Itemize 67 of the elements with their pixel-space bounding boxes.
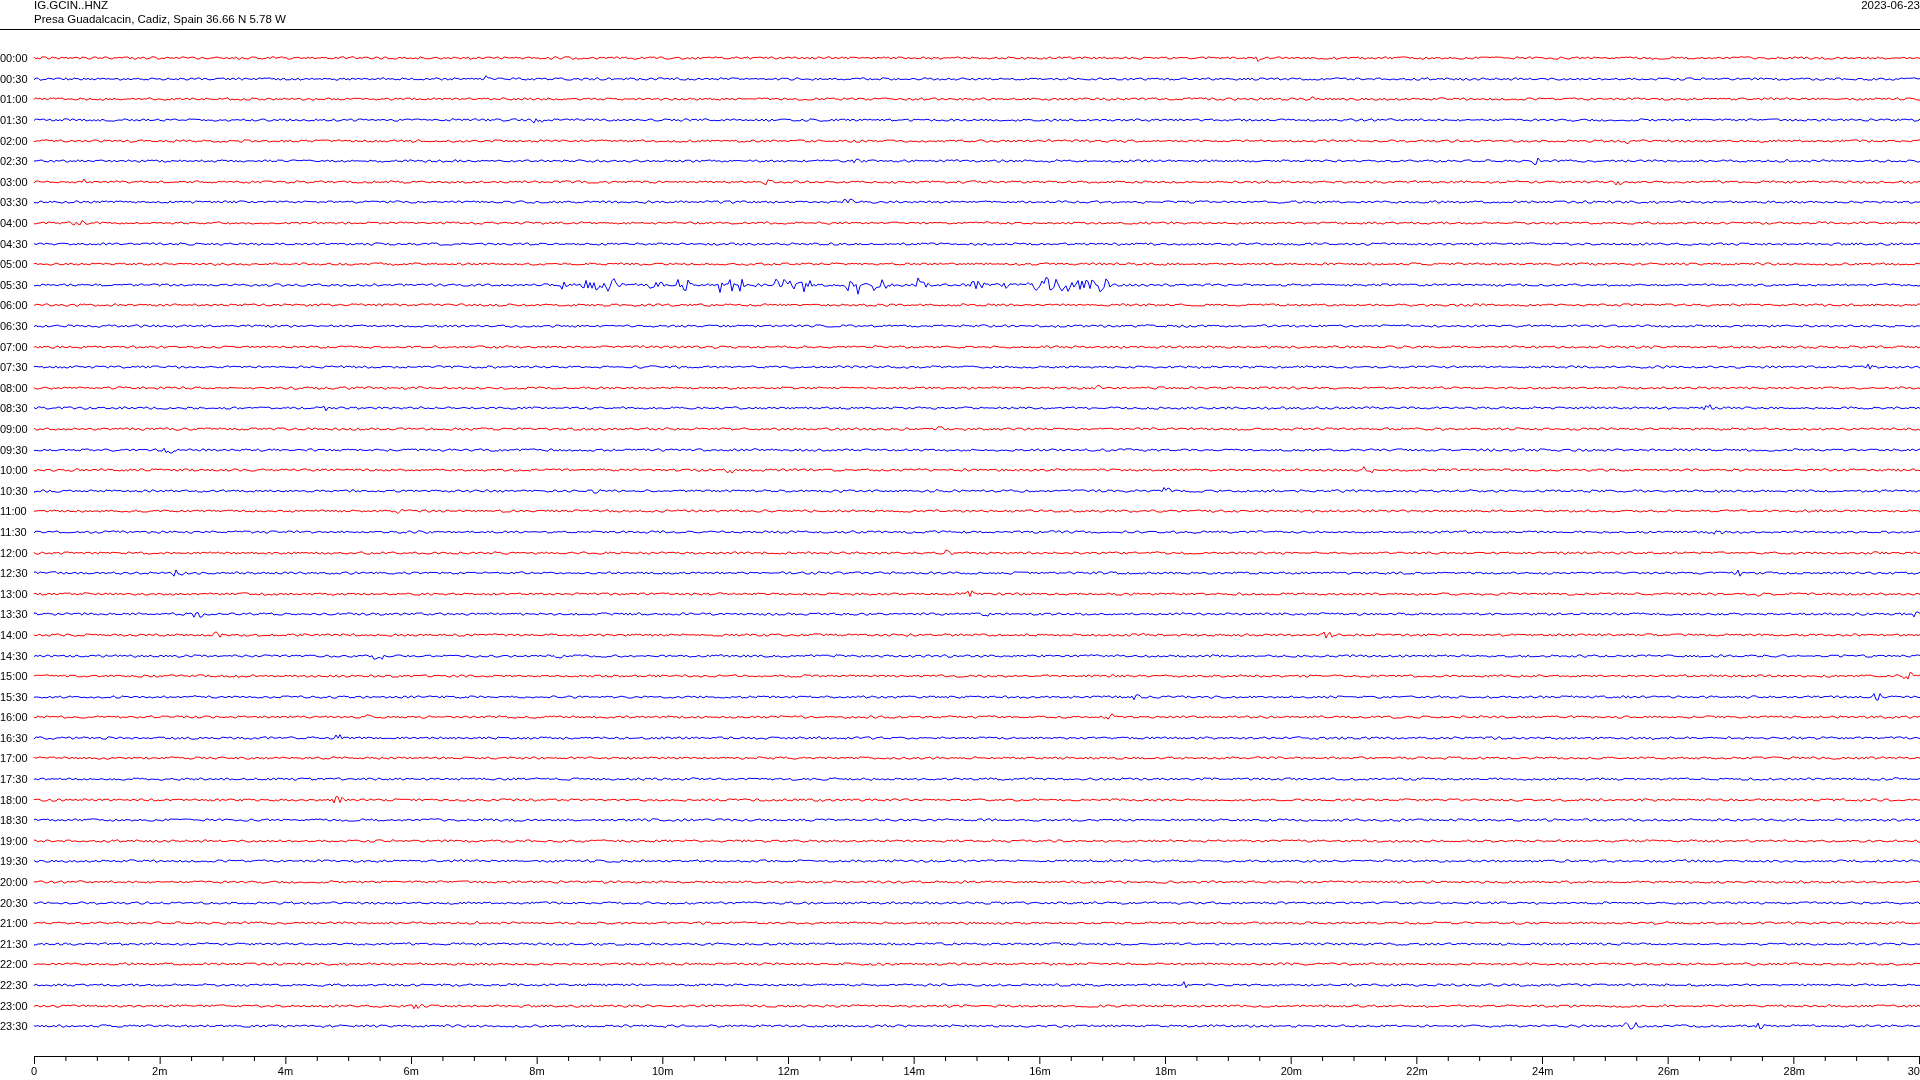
- time-label: 01:00: [0, 93, 29, 106]
- time-label: 08:30: [0, 402, 29, 415]
- time-label: 23:00: [0, 999, 29, 1012]
- time-label: 16:30: [0, 731, 29, 744]
- time-label: 12:30: [0, 567, 29, 580]
- time-label: 02:30: [0, 155, 29, 168]
- axis-label: 26m: [1657, 1064, 1680, 1077]
- time-label: 17:30: [0, 773, 29, 786]
- time-label: 14:00: [0, 628, 29, 641]
- date-label: 2023-06-23: [1861, 0, 1920, 13]
- time-label: 22:30: [0, 979, 29, 991]
- time-label: 17:00: [0, 752, 29, 765]
- time-label: 01:30: [0, 114, 29, 127]
- time-label: 07:30: [0, 361, 29, 374]
- time-label: 09:30: [0, 443, 29, 456]
- time-label: 02:00: [0, 134, 29, 147]
- axis-label: 22m: [1406, 1064, 1428, 1077]
- time-label: 22:00: [0, 958, 29, 971]
- station-location: Presa Guadalcacin, Cadiz, Spain 36.66 N 5.78 W: [34, 12, 286, 26]
- time-label: 15:30: [0, 690, 29, 703]
- time-label: 11:30: [0, 525, 28, 538]
- time-label: 20:00: [0, 876, 29, 889]
- time-label: 19:30: [0, 855, 29, 868]
- time-label: 23:30: [0, 1020, 29, 1033]
- axis-label: 0: [30, 1064, 38, 1077]
- axis-label: 14m: [903, 1064, 925, 1077]
- axis-label: 18m: [1154, 1064, 1177, 1077]
- time-label: 10:00: [0, 464, 29, 477]
- axis-label: 8m: [529, 1064, 545, 1077]
- time-label: 00:00: [0, 52, 29, 65]
- time-label: 08:00: [0, 381, 29, 394]
- time-label: 20:30: [0, 896, 29, 909]
- time-label: 18:30: [0, 814, 29, 827]
- time-label: 18:00: [0, 793, 29, 806]
- axis-label: 24m: [1532, 1064, 1554, 1077]
- time-label: 04:00: [0, 217, 29, 230]
- time-label: 05:00: [0, 258, 29, 271]
- axis-label: 28m: [1783, 1064, 1805, 1077]
- time-label: 12:00: [0, 546, 29, 559]
- time-label: 05:30: [0, 278, 29, 291]
- time-label: 19:00: [0, 834, 29, 847]
- time-label: 10:30: [0, 484, 29, 497]
- time-label: 06:30: [0, 320, 29, 332]
- time-label: 21:30: [0, 937, 29, 950]
- time-label: 04:30: [0, 237, 29, 250]
- axis-label: 20m: [1280, 1064, 1303, 1077]
- time-label: 09:00: [0, 423, 29, 435]
- axis-label: 16m: [1029, 1064, 1051, 1077]
- time-label: 07:00: [0, 340, 29, 353]
- time-label: 13:30: [0, 608, 29, 621]
- axis-label: 2m: [152, 1064, 168, 1077]
- time-label: 00:30: [0, 72, 29, 85]
- time-label: 03:00: [0, 175, 29, 188]
- axis-label: 30: [1907, 1064, 1920, 1077]
- time-label: 16:00: [0, 711, 29, 724]
- axis-label: 10m: [651, 1064, 674, 1077]
- axis-label: 12m: [777, 1064, 800, 1077]
- time-label: 03:30: [0, 196, 29, 209]
- time-label: 15:00: [0, 670, 29, 683]
- time-label: 21:00: [0, 917, 29, 930]
- time-label: 13:00: [0, 587, 29, 600]
- time-label: 06:00: [0, 299, 29, 312]
- station-code: IG.GCIN..HNZ: [34, 0, 110, 12]
- axis-label: 4m: [277, 1064, 294, 1077]
- time-label: 11:00: [0, 505, 28, 518]
- time-label: 14:30: [0, 649, 29, 662]
- axis-label: 6m: [403, 1064, 419, 1077]
